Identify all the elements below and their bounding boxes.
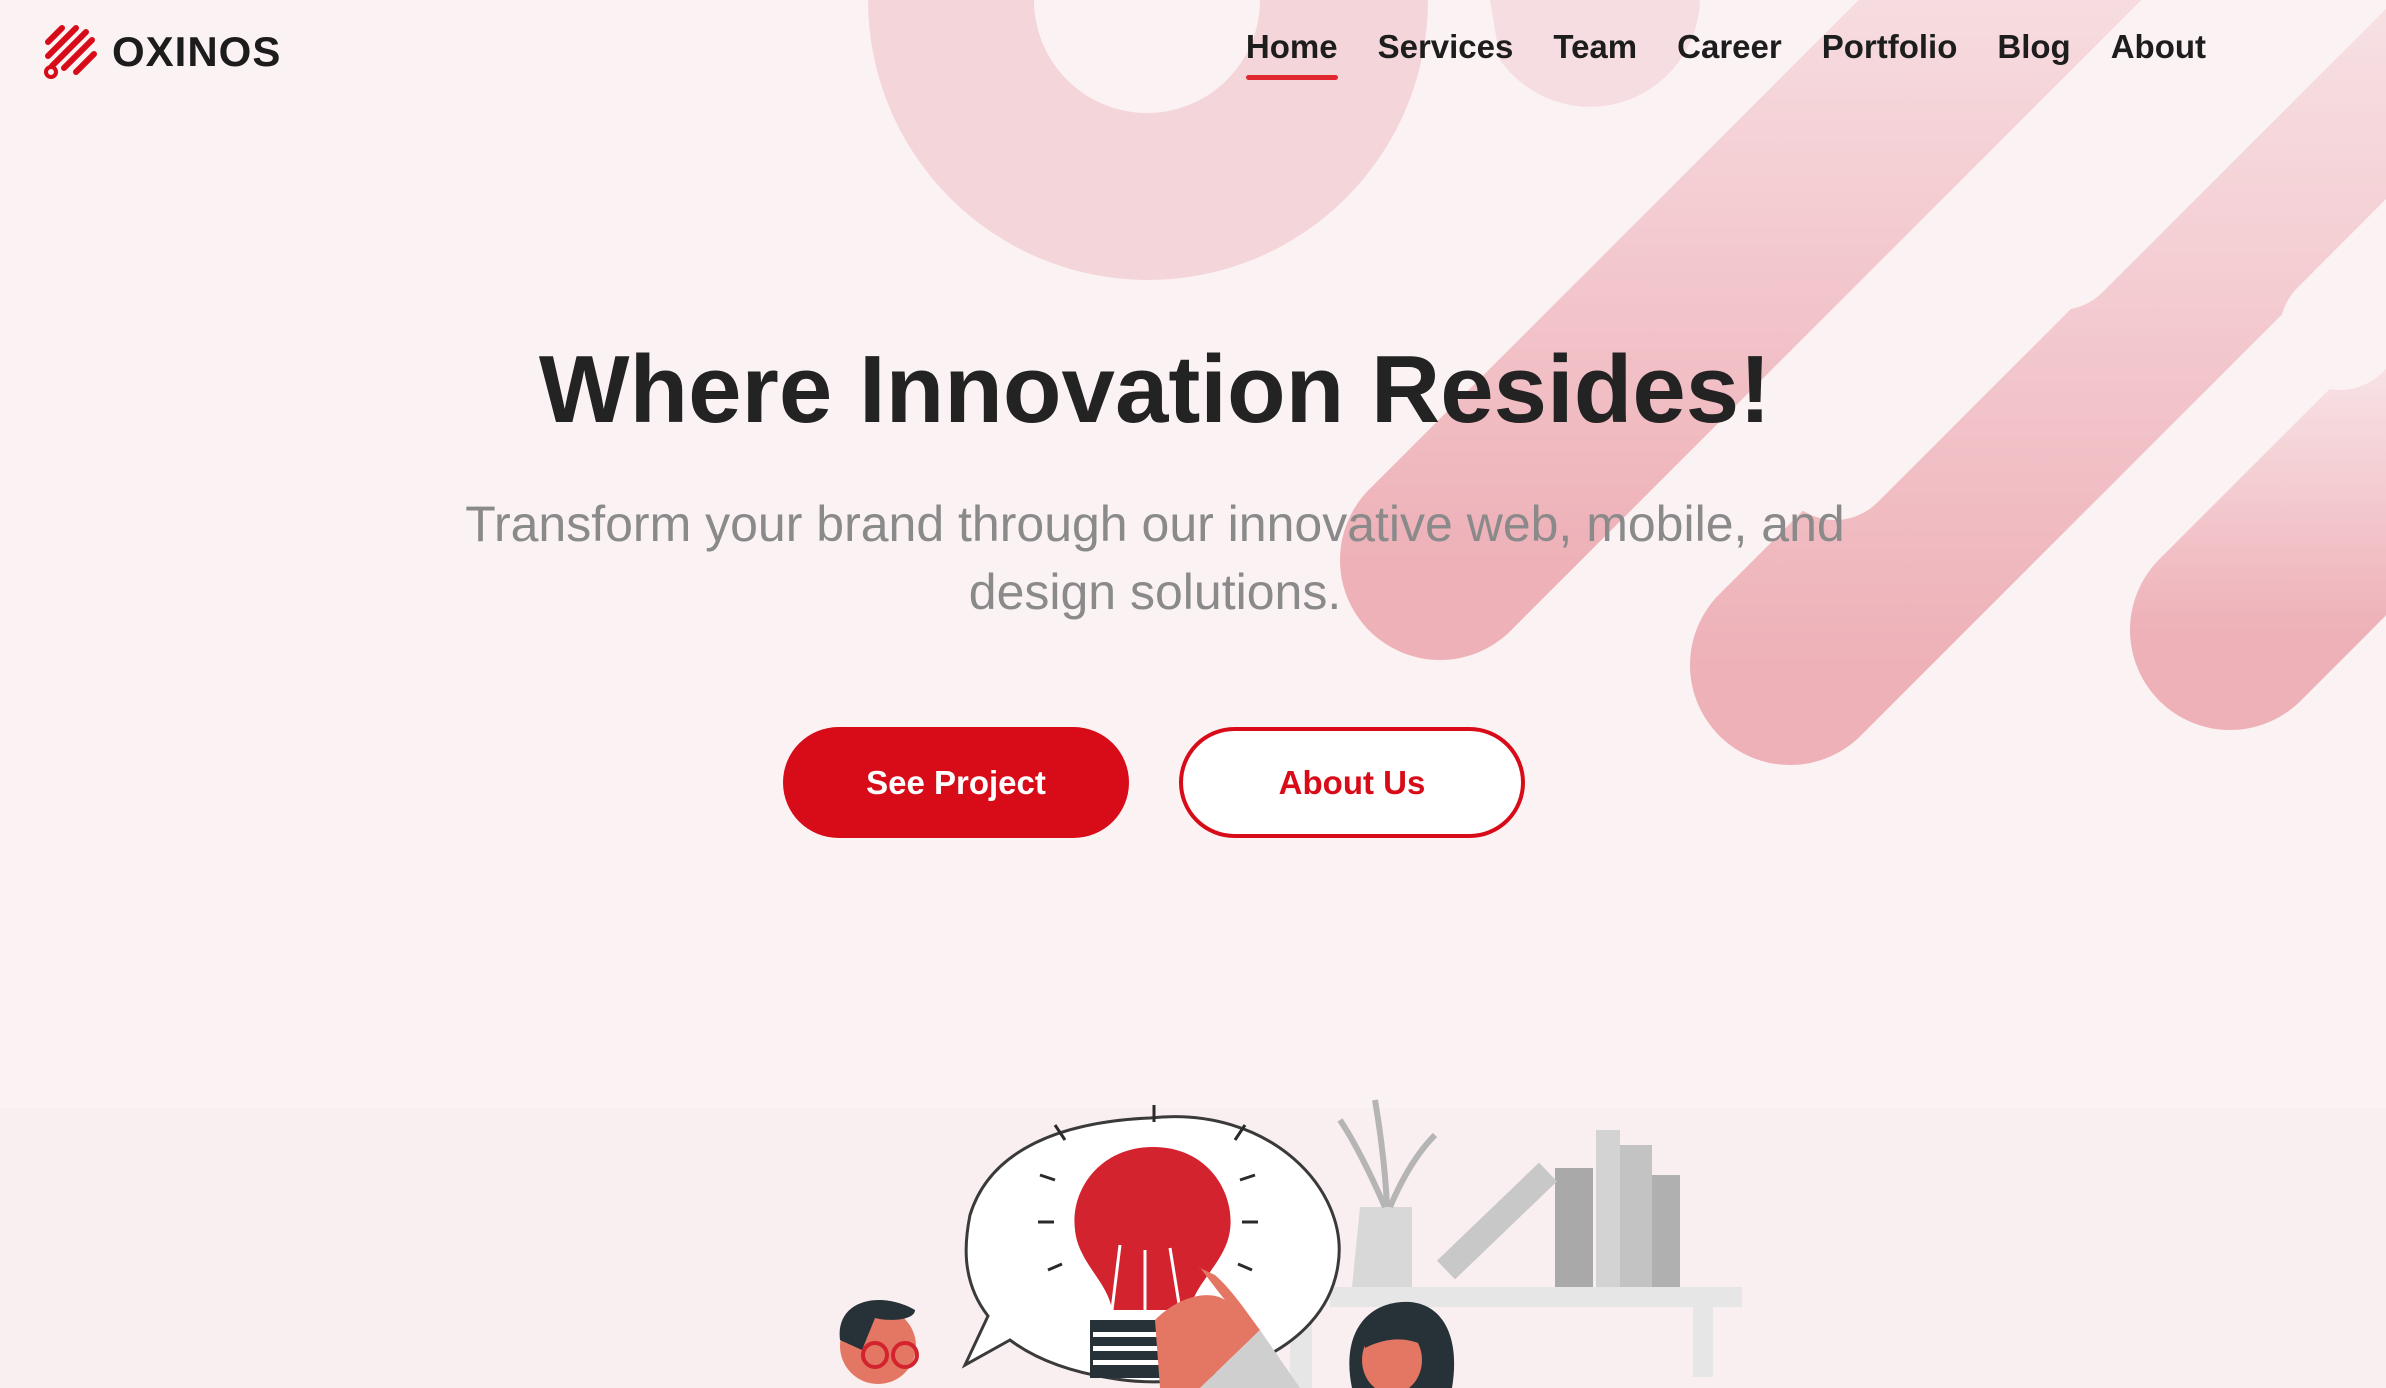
nav-item-services[interactable]: Services	[1378, 28, 1514, 66]
person-right-icon	[1349, 1301, 1455, 1388]
about-us-button[interactable]: About Us	[1179, 727, 1525, 838]
nav-item-team[interactable]: Team	[1553, 28, 1637, 66]
oxinos-logo-icon	[44, 25, 97, 79]
nav-item-portfolio[interactable]: Portfolio	[1822, 28, 1958, 66]
main-nav: Home Services Team Career Portfolio Blog…	[1206, 28, 2206, 80]
nav-item-blog[interactable]: Blog	[1997, 28, 2070, 66]
brand-name: OXINOS	[112, 28, 282, 75]
hero-subtitle: Transform your brand through our innovat…	[465, 496, 1845, 620]
site-header: OXINOS Home Services Team Career Portfol…	[0, 0, 2386, 110]
brand-logo[interactable]: OXINOS	[42, 22, 281, 82]
lightbulb-idea-illustration	[839, 1099, 1742, 1388]
nav-item-career[interactable]: Career	[1677, 28, 1782, 66]
hero-title: Where Innovation Resides!	[538, 336, 1772, 443]
nav-item-home[interactable]: Home	[1245, 28, 1338, 80]
nav-item-about[interactable]: About	[2111, 28, 2206, 66]
see-project-button[interactable]: See Project	[783, 727, 1129, 838]
person-left-icon	[839, 1300, 919, 1384]
